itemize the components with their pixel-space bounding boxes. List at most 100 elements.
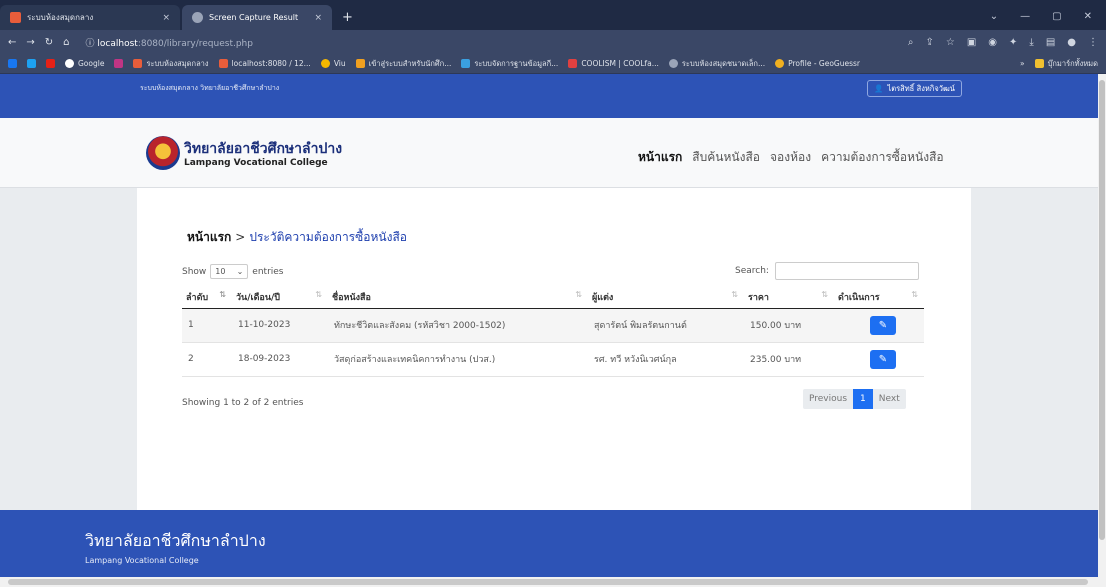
sort-icon: ⇅	[219, 289, 226, 299]
close-window-icon[interactable]: ✕	[1084, 11, 1092, 22]
info-icon: ⓘ	[85, 38, 98, 49]
menu-item-book-room[interactable]: จองห้อง	[770, 148, 811, 167]
site-name: ระบบห้องสมุดกลาง วิทยาลัยอาชีวศึกษาลำปาง	[140, 84, 280, 92]
menu-item-book-requests[interactable]: ความต้องการซื้อหนังสือ	[821, 148, 944, 167]
menu-item-search-books[interactable]: สืบค้นหนังสือ	[692, 148, 760, 167]
column-header-title[interactable]: ชื่อหนังสือ ⇅	[328, 286, 588, 309]
sound-icon[interactable]: ◉	[988, 37, 997, 48]
table-header-row: ลำดับ ⇅ วัน/เดือน/ปี ⇅ ชื่อหนังสือ ⇅ ผู้แต่…	[182, 286, 924, 309]
user-name: ไตรสิทธิ์ สิงหกิจวัฒน์	[887, 83, 955, 93]
forward-icon[interactable]: →	[26, 37, 34, 48]
zoom-icon[interactable]: ⌕	[908, 37, 914, 48]
breadcrumb-separator: >	[235, 230, 246, 244]
cell-no: 2	[182, 342, 232, 377]
sidepanel-icon[interactable]: ▤	[1046, 37, 1055, 48]
footer-title-en: Lampang Vocational College	[85, 556, 199, 565]
requests-table: ลำดับ ⇅ วัน/เดือน/ปี ⇅ ชื่อหนังสือ ⇅ ผู้แต่…	[182, 286, 924, 377]
pagination-previous[interactable]: Previous	[803, 389, 854, 409]
cell-title: วัสดุก่อสร้างและเทคนิคการทำงาน (ปวส.)	[328, 342, 588, 377]
scrollbar-thumb[interactable]	[8, 579, 1088, 585]
column-header-date[interactable]: วัน/เดือน/ปี ⇅	[232, 286, 328, 309]
browser-tab-library[interactable]: ระบบห้องสมุดกลาง ×	[0, 5, 180, 30]
breadcrumb: หน้าแรก > ประวัติความต้องการซื้อหนังสือ	[187, 228, 407, 247]
maximize-icon[interactable]: ▢	[1052, 11, 1061, 22]
sort-icon: ⇅	[911, 289, 918, 299]
scrollbar-thumb[interactable]	[1099, 80, 1105, 540]
close-tab-icon[interactable]: ×	[162, 13, 170, 23]
entries-select[interactable]: 10 ⌄	[210, 264, 249, 279]
star-icon[interactable]: ☆	[946, 37, 955, 48]
close-tab-icon[interactable]: ×	[314, 13, 322, 23]
bookmark-database[interactable]: ระบบจัดการฐานข้อมูลกี...	[461, 58, 558, 70]
new-tab-button[interactable]: +	[332, 10, 363, 30]
user-button[interactable]: 👤 ไตรสิทธิ์ สิงหกิจวัฒน์	[867, 80, 962, 97]
menu-icon[interactable]: ⋮	[1088, 37, 1098, 48]
pagination-next[interactable]: Next	[872, 389, 906, 409]
menu-item-home[interactable]: หน้าแรก	[638, 148, 682, 167]
breadcrumb-current: ประวัติความต้องการซื้อหนังสือ	[249, 230, 407, 244]
edit-button[interactable]: ✎	[870, 315, 896, 335]
entries-label: entries	[252, 266, 284, 277]
url-host: localhost	[97, 38, 138, 49]
site-footer: วิทยาลัยอาชีวศึกษาลำปาง Lampang Vocation…	[0, 510, 1098, 577]
home-icon[interactable]: ⌂	[63, 37, 69, 48]
address-bar: ← → ↻ ⌂ ⓘ localhost:8080/library/request…	[0, 30, 1106, 54]
bookmark-library[interactable]: ระบบห้องสมุดกลาง	[133, 58, 209, 70]
cell-actions: ✎	[834, 308, 924, 343]
bookmark-all[interactable]: บุ๊กมาร์กทั้งหมด	[1034, 58, 1098, 70]
browser-tab-screen-capture[interactable]: Screen Capture Result ×	[182, 5, 332, 30]
bookmark-viu[interactable]: Viu	[320, 59, 346, 68]
url-field[interactable]: ⓘ localhost:8080/library/request.php	[86, 36, 898, 49]
brand-title-en[interactable]: Lampang Vocational College	[184, 158, 328, 168]
profile-icon[interactable]: ●	[1067, 37, 1076, 48]
main-content-card: หน้าแรก > ประวัติความต้องการซื้อหนังสือ Sh…	[137, 188, 971, 510]
cell-actions: ✎	[834, 342, 924, 377]
bookmark-phpmyadmin[interactable]: localhost:8080 / 12...	[218, 59, 311, 68]
table-row: 2 18-09-2023 วัสดุก่อสร้างและเทคนิคการทำ…	[182, 342, 924, 377]
extension-icon[interactable]: ▣	[967, 37, 976, 48]
bookmark-student-login[interactable]: เข้าสู่ระบบสำหรับนักศึก...	[355, 58, 451, 70]
main-menu: หน้าแรก สืบค้นหนังสือ จองห้อง ความต้องกา…	[638, 148, 944, 167]
download-icon[interactable]: ⤓	[1029, 37, 1033, 48]
column-header-actions[interactable]: ดำเนินการ ⇅	[834, 286, 924, 309]
bookmark-geoguessr[interactable]: Profile - GeoGuessr	[775, 59, 860, 68]
college-logo[interactable]	[146, 136, 180, 170]
back-icon[interactable]: ←	[8, 37, 16, 48]
instagram-bookmark-icon[interactable]	[114, 59, 124, 68]
youtube-bookmark-icon[interactable]	[46, 59, 55, 68]
bookmark-google[interactable]: Google	[65, 59, 104, 68]
sort-icon: ⇅	[575, 289, 582, 299]
reload-icon[interactable]: ↻	[45, 37, 53, 48]
sort-icon: ⇅	[821, 289, 828, 299]
pagination-page-1[interactable]: 1	[853, 389, 873, 409]
vertical-scrollbar[interactable]	[1098, 74, 1106, 577]
tab-search-icon[interactable]: ⌄	[990, 11, 998, 22]
share-icon[interactable]: ⇪	[925, 37, 933, 48]
url-path: :8080/library/request.php	[137, 38, 253, 49]
twitter-bookmark-icon[interactable]	[27, 59, 36, 68]
entries-select-value: 10	[215, 267, 226, 276]
minimize-icon[interactable]: —	[1020, 11, 1030, 22]
horizontal-scrollbar[interactable]	[0, 577, 1106, 587]
column-header-author[interactable]: ผู้แต่ง ⇅	[588, 286, 744, 309]
bookmark-coolism[interactable]: COOLISM | COOLfa...	[568, 59, 659, 68]
pagination: Previous 1 Next	[803, 389, 906, 409]
cell-price: 235.00 บาท	[744, 342, 834, 377]
cell-no: 1	[182, 308, 232, 343]
column-header-price[interactable]: ราคา ⇅	[744, 286, 834, 309]
puzzle-icon[interactable]: ✦	[1009, 37, 1017, 48]
edit-button[interactable]: ✎	[870, 349, 896, 369]
cell-date: 11-10-2023	[232, 308, 328, 343]
tab-title: ระบบห้องสมุดกลาง	[27, 13, 94, 22]
search-input[interactable]	[774, 262, 919, 280]
breadcrumb-home[interactable]: หน้าแรก	[187, 230, 231, 244]
camera-favicon-icon	[192, 12, 203, 23]
show-label: Show	[182, 266, 207, 277]
facebook-bookmark-icon[interactable]	[8, 59, 17, 68]
table-search: Search:	[735, 262, 919, 280]
site-top-bar: ระบบห้องสมุดกลาง วิทยาลัยอาชีวศึกษาลำปาง…	[0, 74, 1098, 118]
column-header-no[interactable]: ลำดับ ⇅	[182, 286, 232, 309]
brand-title-th[interactable]: วิทยาลัยอาชีวศึกษาลำปาง	[184, 138, 342, 160]
bookmark-small-library[interactable]: ระบบห้องสมุดชนาดเล็ก...	[668, 58, 765, 70]
more-bookmarks-icon[interactable]: »	[1020, 59, 1025, 68]
